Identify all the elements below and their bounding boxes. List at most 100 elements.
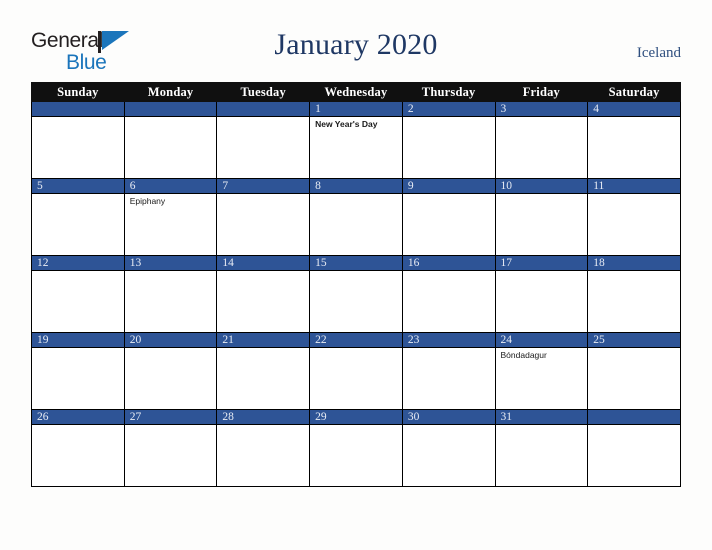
day-number: 26: [32, 410, 124, 425]
calendar-day-cell-2[interactable]: 2: [401, 101, 496, 179]
calendar-day-cell-19[interactable]: 19: [31, 332, 125, 410]
calendar-empty-cell: [123, 101, 218, 179]
day-events: [496, 425, 588, 427]
calendar-day-cell-7[interactable]: 7: [216, 178, 311, 256]
calendar-day-cell-26[interactable]: 26: [31, 409, 125, 487]
calendar-day-cell-12[interactable]: 12: [31, 255, 125, 333]
day-number: 3: [495, 102, 588, 117]
calendar-day-cell-11[interactable]: 11: [587, 178, 681, 256]
calendar-week-row: 19 20 21 22 23 24 Bóndadagur 25: [31, 332, 681, 410]
weekday-header-wednesday: Wednesday: [309, 82, 403, 102]
calendar-day-cell-1[interactable]: 1 New Year's Day: [309, 101, 403, 179]
day-number: 15: [310, 256, 402, 271]
day-number: 9: [402, 179, 495, 194]
calendar-week-row: 12 13 14 15 16 17 18: [31, 255, 681, 333]
day-events: [496, 117, 588, 119]
day-events: [403, 425, 495, 427]
day-events: [588, 271, 680, 273]
day-events: [403, 271, 495, 273]
day-number: 6: [124, 179, 217, 194]
weekday-header-thursday: Thursday: [401, 82, 496, 102]
calendar-day-cell-9[interactable]: 9: [401, 178, 496, 256]
day-number: 23: [402, 333, 495, 348]
day-number: 17: [495, 256, 588, 271]
day-events: [32, 348, 124, 350]
calendar-day-cell-27[interactable]: 27: [123, 409, 218, 487]
calendar-day-cell-14[interactable]: 14: [216, 255, 311, 333]
calendar-day-cell-29[interactable]: 29: [309, 409, 403, 487]
day-number: 4: [588, 102, 680, 117]
day-events: [217, 348, 309, 350]
day-number: 12: [32, 256, 124, 271]
day-number: 21: [217, 333, 310, 348]
calendar-day-cell-10[interactable]: 10: [494, 178, 589, 256]
day-number: 28: [217, 410, 310, 425]
weekday-header-sunday: Sunday: [31, 82, 125, 102]
holiday-label: Bóndadagur: [500, 350, 547, 360]
day-events: [32, 271, 124, 273]
weekday-header-row: Sunday Monday Tuesday Wednesday Thursday Frid…: [31, 82, 681, 102]
calendar-day-cell-16[interactable]: 16: [401, 255, 496, 333]
weekday-header-saturday: Saturday: [587, 82, 681, 102]
day-events: [32, 425, 124, 427]
day-number: 18: [588, 256, 680, 271]
day-number: 25: [588, 333, 680, 348]
day-events: [310, 348, 402, 350]
page-header: General Blue January 2020 Iceland: [0, 0, 712, 80]
calendar-week-row: 26 27 28 29 30 31: [31, 409, 681, 487]
day-events: [32, 194, 124, 196]
calendar-day-cell-5[interactable]: 5: [31, 178, 125, 256]
calendar-day-cell-25[interactable]: 25: [587, 332, 681, 410]
day-events: [217, 271, 309, 273]
day-number: 16: [402, 256, 495, 271]
day-events: New Year's Day: [310, 117, 402, 130]
day-number: 11: [588, 179, 680, 194]
calendar-day-cell-6[interactable]: 6 Epiphany: [123, 178, 218, 256]
holiday-label: New Year's Day: [315, 119, 378, 129]
calendar-day-cell-17[interactable]: 17: [494, 255, 589, 333]
day-number: 8: [310, 179, 402, 194]
calendar-day-cell-22[interactable]: 22: [309, 332, 403, 410]
day-events: [588, 425, 680, 427]
calendar-day-cell-8[interactable]: 8: [309, 178, 403, 256]
calendar-day-cell-30[interactable]: 30: [401, 409, 496, 487]
calendar-day-cell-31[interactable]: 31: [494, 409, 589, 487]
calendar-day-cell-15[interactable]: 15: [309, 255, 403, 333]
day-events: [310, 194, 402, 196]
page-title: January 2020: [274, 28, 438, 61]
day-number: 24: [495, 333, 588, 348]
calendar-empty-cell: [216, 101, 311, 179]
day-events: [125, 271, 217, 273]
day-events: [403, 194, 495, 196]
day-number: 2: [402, 102, 495, 117]
day-events: [588, 117, 680, 119]
day-number: 20: [124, 333, 217, 348]
calendar-day-cell-4[interactable]: 4: [587, 101, 681, 179]
day-events: [125, 117, 217, 119]
day-number: 5: [32, 179, 124, 194]
day-events: [588, 348, 680, 350]
calendar-body: 1 New Year's Day 2 3 4 5 6 Epiphany 7 8 9 10 11 12 13 1…: [31, 101, 681, 487]
day-number: 30: [402, 410, 495, 425]
calendar-day-cell-20[interactable]: 20: [123, 332, 218, 410]
day-number: 22: [310, 333, 402, 348]
calendar-day-cell-3[interactable]: 3: [494, 101, 589, 179]
holiday-label: Epiphany: [129, 196, 166, 206]
calendar-day-cell-24[interactable]: 24 Bóndadagur: [494, 332, 589, 410]
day-number: [32, 102, 124, 117]
day-events: [496, 194, 588, 196]
day-events: [217, 117, 309, 119]
calendar-day-cell-23[interactable]: 23: [401, 332, 496, 410]
calendar-day-cell-18[interactable]: 18: [587, 255, 681, 333]
day-events: [403, 348, 495, 350]
calendar-day-cell-28[interactable]: 28: [216, 409, 311, 487]
day-events: [403, 117, 495, 119]
calendar-day-cell-21[interactable]: 21: [216, 332, 311, 410]
day-number: [588, 410, 680, 425]
day-events: [310, 425, 402, 427]
day-number: 14: [217, 256, 310, 271]
calendar-day-cell-13[interactable]: 13: [123, 255, 218, 333]
day-events: [217, 425, 309, 427]
day-number: 19: [32, 333, 124, 348]
day-number: [124, 102, 217, 117]
